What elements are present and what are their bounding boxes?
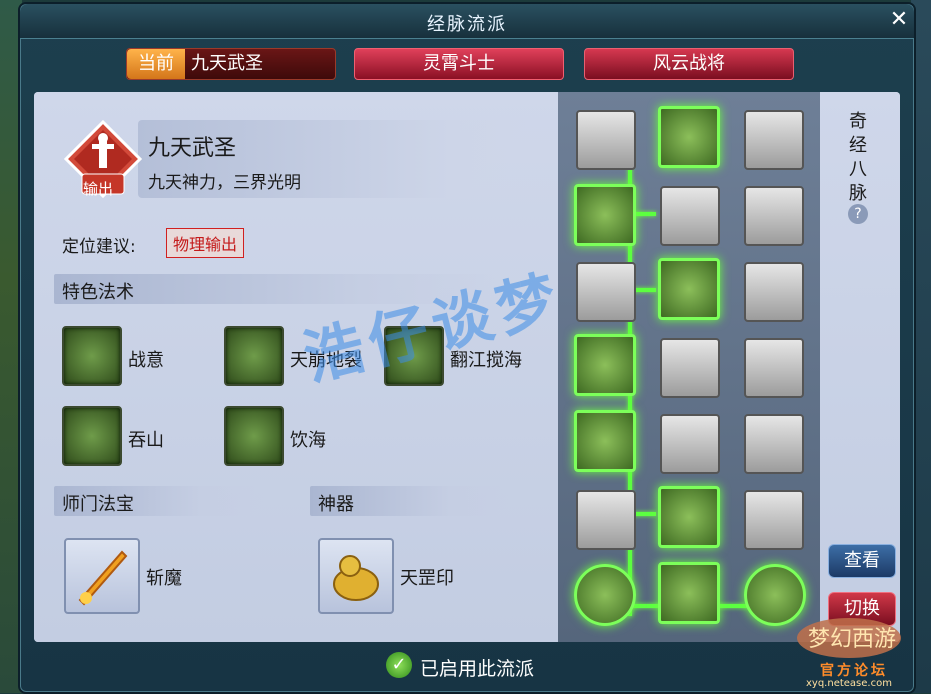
school-motto: 九天神力，三界光明 xyxy=(148,173,301,193)
meridian-tree-panel xyxy=(558,92,820,642)
sea-icon[interactable] xyxy=(224,406,284,466)
meridian-node[interactable] xyxy=(576,110,636,170)
treasure-label: 斩魔 xyxy=(146,568,182,589)
skill-label: 吞山 xyxy=(128,430,164,451)
tab-label: 九天武圣 xyxy=(191,53,263,74)
svg-text:梦幻西游: 梦幻西游 xyxy=(808,627,896,652)
meridian-node[interactable] xyxy=(658,562,720,624)
tab-fengyun[interactable]: 风云战将 xyxy=(584,48,794,80)
footer-text: 已启用此流派 xyxy=(420,658,535,680)
window-title: 经脉流派 xyxy=(427,14,507,35)
meridian-node[interactable] xyxy=(744,110,804,170)
meridian-node[interactable] xyxy=(574,410,636,472)
meridian-node[interactable] xyxy=(574,564,636,626)
meridian-node[interactable] xyxy=(660,414,720,474)
tab-lingxiao[interactable]: 灵霄斗士 xyxy=(354,48,564,80)
school-info-panel: 输出 九天武圣 九天神力，三界光明 定位建议: 物理输出 特色法术 战意 天崩地… xyxy=(34,92,558,642)
logo-url: xyq.netease.com xyxy=(806,678,892,689)
icon-badge: 输出 xyxy=(83,180,114,198)
tab-current-school[interactable]: 当前 九天武圣 xyxy=(126,48,336,80)
flame-sword-icon xyxy=(78,550,128,606)
logo-title: 官方论坛 xyxy=(820,663,888,679)
meridian-node[interactable] xyxy=(744,262,804,322)
role-badge: 物理输出 xyxy=(166,228,245,258)
golden-beast-icon[interactable] xyxy=(318,538,394,614)
burst-icon[interactable] xyxy=(62,406,122,466)
content-panel: 输出 九天武圣 九天神力，三界光明 定位建议: 物理输出 特色法术 战意 天崩地… xyxy=(34,92,900,642)
current-badge: 当前 xyxy=(127,49,185,79)
meridian-node[interactable] xyxy=(744,414,804,474)
school-name: 九天武圣 xyxy=(148,136,237,161)
title-bar: 经脉流派 ✕ xyxy=(20,4,914,39)
special-skills-header: 特色法术 xyxy=(62,282,134,303)
meridian-side-panel: 奇经八脉 ? 查看 切换 xyxy=(820,92,900,642)
treasure-header: 师门法宝 xyxy=(62,494,134,515)
meridian-node[interactable] xyxy=(574,184,636,246)
meridian-node[interactable] xyxy=(576,490,636,550)
meridian-node[interactable] xyxy=(574,334,636,396)
meridian-node[interactable] xyxy=(576,262,636,322)
meridian-node[interactable] xyxy=(744,490,804,550)
meridian-node[interactable] xyxy=(660,186,720,246)
meridian-node[interactable] xyxy=(658,486,720,548)
skill-label: 饮海 xyxy=(290,430,326,451)
meridian-node[interactable] xyxy=(658,106,720,168)
role-label: 定位建议: xyxy=(62,237,136,257)
artifact-label: 天罡印 xyxy=(400,568,454,589)
meridian-node[interactable] xyxy=(658,258,720,320)
view-button[interactable]: 查看 xyxy=(828,544,896,578)
meridian-node[interactable] xyxy=(744,338,804,398)
meridian-title: 奇经八脉 xyxy=(849,111,867,204)
swirl-icon[interactable] xyxy=(62,326,122,386)
meridian-node[interactable] xyxy=(744,186,804,246)
golden-beast-icon xyxy=(333,555,379,601)
close-icon[interactable]: ✕ xyxy=(888,9,910,31)
flame-sword-icon[interactable] xyxy=(64,538,140,614)
meridian-node[interactable] xyxy=(660,338,720,398)
check-icon: ✓ xyxy=(386,652,412,678)
help-icon[interactable]: ? xyxy=(848,204,868,224)
mountain-icon[interactable] xyxy=(224,326,284,386)
artifact-header: 神器 xyxy=(318,494,354,515)
skill-label: 战意 xyxy=(128,350,164,371)
